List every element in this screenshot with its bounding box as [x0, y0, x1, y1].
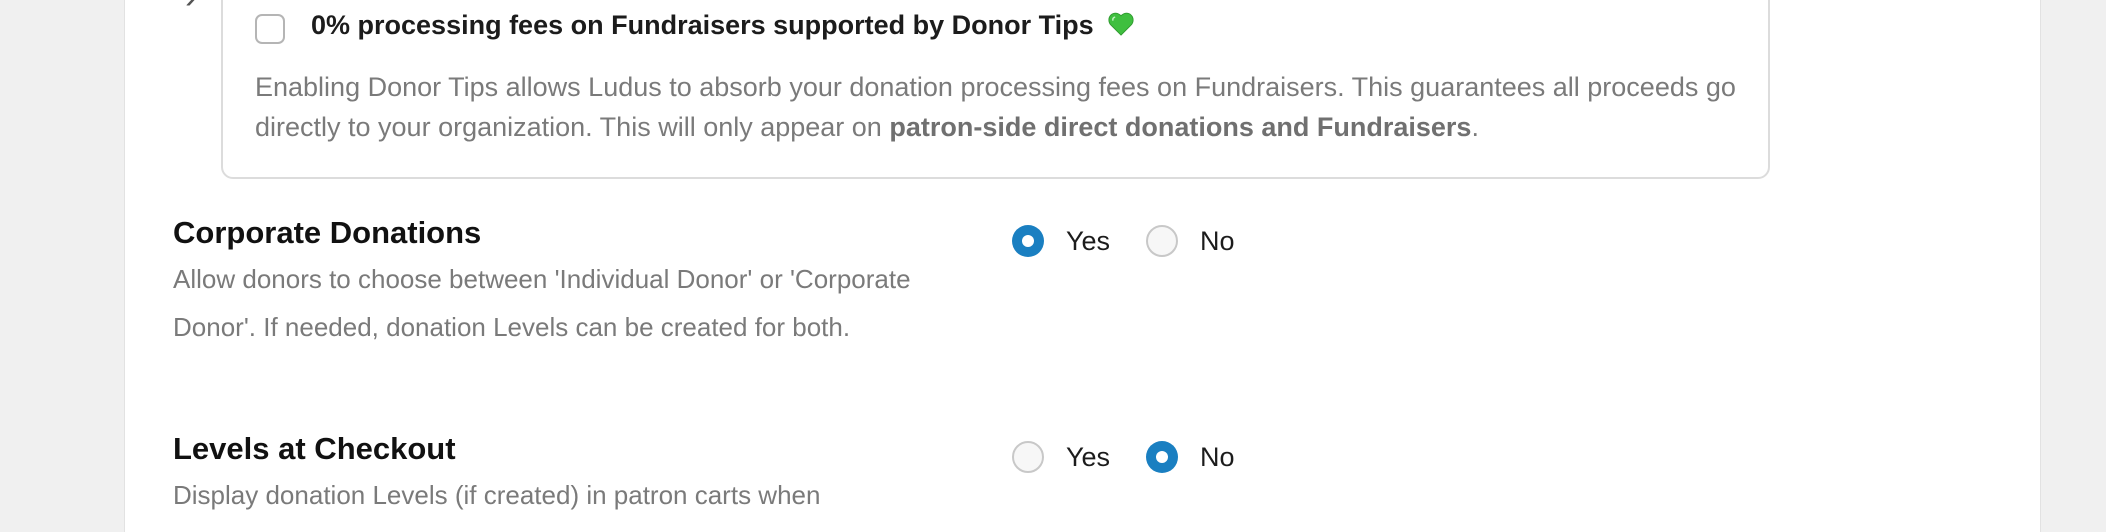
corporate-donations-no-label: No: [1200, 225, 1235, 256]
corporate-donations-yes-radio[interactable]: [1012, 225, 1044, 257]
corporate-donations-yes-option[interactable]: Yes: [1012, 225, 1110, 257]
corporate-donations-radio-group: Yes No: [1012, 225, 1271, 257]
donor-tips-label-text: 0% processing fees on Fundraisers suppor…: [311, 10, 1094, 40]
corporate-donations-yes-label: Yes: [1066, 225, 1111, 256]
donor-tips-description: Enabling Donor Tips allows Ludus to abso…: [255, 67, 1745, 147]
levels-at-checkout-no-label: No: [1200, 441, 1235, 472]
chevron-right-icon[interactable]: ›: [185, 0, 197, 14]
levels-at-checkout-yes-label: Yes: [1066, 441, 1111, 472]
donor-tips-description-end: .: [1471, 112, 1479, 142]
green-heart-icon: [1108, 12, 1134, 36]
corporate-donations-title: Corporate Donations: [173, 215, 482, 250]
levels-at-checkout-no-option[interactable]: No: [1146, 441, 1235, 473]
donor-tips-card: 0% processing fees on Fundraisers suppor…: [221, 0, 1770, 179]
corporate-donations-description: Allow donors to choose between 'Individu…: [173, 264, 911, 342]
levels-at-checkout-radio-group: Yes No: [1012, 441, 1271, 473]
corporate-donations-no-option[interactable]: No: [1146, 225, 1235, 257]
donor-tips-label: 0% processing fees on Fundraisers suppor…: [311, 10, 1135, 41]
levels-at-checkout-title: Levels at Checkout: [173, 431, 456, 466]
corporate-donations-no-radio[interactable]: [1146, 225, 1179, 257]
levels-at-checkout-no-radio[interactable]: [1146, 441, 1179, 473]
settings-panel: › 0% processing fees on Fundraisers supp…: [124, 0, 2041, 532]
donor-tips-description-bold: patron-side direct donations and Fundrai…: [889, 112, 1472, 142]
levels-at-checkout-description: Display donation Levels (if created) in …: [173, 480, 821, 510]
levels-at-checkout-yes-option[interactable]: Yes: [1012, 441, 1110, 473]
donor-tips-checkbox[interactable]: [255, 14, 285, 44]
levels-at-checkout-yes-radio[interactable]: [1012, 441, 1044, 473]
